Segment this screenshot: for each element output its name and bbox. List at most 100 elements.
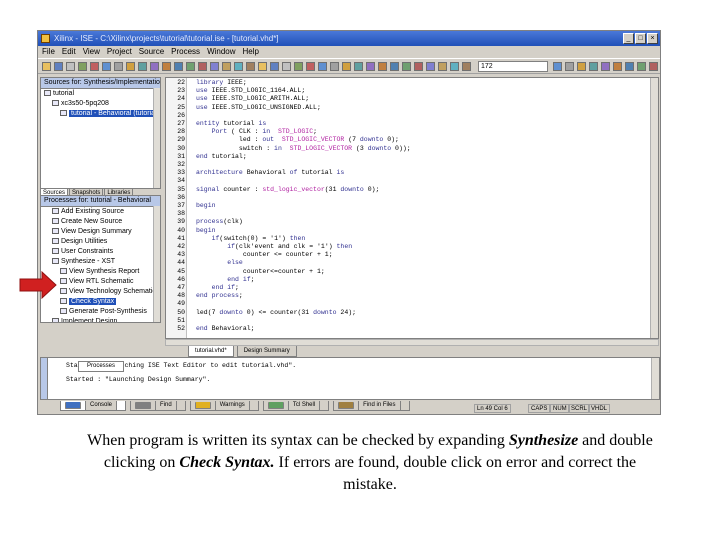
code-line[interactable]: 33 architecture Behavioral of tutorial is xyxy=(166,169,646,177)
toolbar-button-icon[interactable] xyxy=(637,62,646,71)
code-line[interactable]: 26 xyxy=(166,112,646,120)
toolbar-button-icon[interactable] xyxy=(342,62,351,71)
menu-project[interactable]: Project xyxy=(107,47,132,56)
toolbar-button-icon[interactable] xyxy=(234,62,243,71)
code-line[interactable]: 49 xyxy=(166,300,646,308)
processes-scrollbar[interactable] xyxy=(153,206,160,322)
toolbar-button-icon[interactable] xyxy=(198,62,207,71)
editor-tab[interactable]: tutorial.vhd* xyxy=(188,346,234,357)
toolbar-button-icon[interactable] xyxy=(306,62,315,71)
code-line[interactable]: 24 use IEEE.STD_LOGIC_ARITH.ALL; xyxy=(166,95,646,103)
toolbar-button-icon[interactable] xyxy=(150,62,159,71)
close-button[interactable]: × xyxy=(647,33,658,44)
toolbar-button-icon[interactable] xyxy=(90,62,99,71)
code-line[interactable]: 50 led(7 downto 0) <= counter(31 downto 2… xyxy=(166,309,646,317)
code-line[interactable]: 27 entity tutorial is xyxy=(166,120,646,128)
menu-source[interactable]: Source xyxy=(139,47,164,56)
toolbar-button-icon[interactable] xyxy=(414,62,423,71)
tree-item[interactable]: Create New Source xyxy=(41,217,160,227)
toolbar-button-icon[interactable] xyxy=(174,62,183,71)
toolbar-button-icon[interactable] xyxy=(354,62,363,71)
tree-item[interactable]: xc3s50-5pq208 xyxy=(41,99,160,109)
menu-file[interactable]: File xyxy=(42,47,55,56)
code-line[interactable]: 46 end if; xyxy=(166,276,646,284)
tree-item[interactable]: Generate Post-Synthesis xyxy=(41,307,160,317)
toolbar-button-icon[interactable] xyxy=(102,62,111,71)
toolbar-button-icon[interactable] xyxy=(390,62,399,71)
toolbar-button-icon[interactable] xyxy=(138,62,147,71)
code-line[interactable]: 36 xyxy=(166,194,646,202)
toolbar-button-icon[interactable] xyxy=(126,62,135,71)
code-line[interactable]: 42 if(clk'event and clk = '1') then xyxy=(166,243,646,251)
code-line[interactable]: 32 xyxy=(166,161,646,169)
toolbar-button-icon[interactable] xyxy=(318,62,327,71)
toolbar-button-icon[interactable] xyxy=(42,62,51,71)
toolbar-button-icon[interactable] xyxy=(402,62,411,71)
minimize-button[interactable]: _ xyxy=(623,33,634,44)
toolbar-button-icon[interactable] xyxy=(601,62,610,71)
tree-item[interactable]: View Design Summary xyxy=(41,227,160,237)
toolbar-button-icon[interactable] xyxy=(625,62,634,71)
toolbar-button-icon[interactable] xyxy=(378,62,387,71)
title-bar[interactable]: Xilinx - ISE - C:\Xilinx\projects\tutori… xyxy=(38,31,660,46)
toolbar-button-icon[interactable] xyxy=(330,62,339,71)
tab-processes[interactable]: Processes xyxy=(78,361,125,372)
toolbar-button-icon[interactable] xyxy=(258,62,267,71)
tree-item[interactable]: tutorial - Behavioral (tutorial.vhd) xyxy=(41,109,160,119)
console-scrollbar[interactable] xyxy=(651,358,659,399)
code-line[interactable]: 31 end tutorial; xyxy=(166,153,646,161)
code-line[interactable]: 34 xyxy=(166,177,646,185)
toolbar-button-icon[interactable] xyxy=(210,62,219,71)
code-line[interactable]: 25 use IEEE.STD_LOGIC_UNSIGNED.ALL; xyxy=(166,104,646,112)
tree-item[interactable]: Check Syntax xyxy=(41,297,160,307)
code-line[interactable]: 48 end process; xyxy=(166,292,646,300)
editor-tab[interactable]: Design Summary xyxy=(236,346,297,357)
tree-item[interactable]: View RTL Schematic xyxy=(41,277,160,287)
code-line[interactable]: 28 Port ( CLK : in STD_LOGIC; xyxy=(166,128,646,136)
code-line[interactable]: 51 xyxy=(166,317,646,325)
menu-edit[interactable]: Edit xyxy=(62,47,76,56)
toolbar-button-icon[interactable] xyxy=(186,62,195,71)
sources-scrollbar[interactable] xyxy=(153,88,160,188)
tree-item[interactable]: Synthesize - XST xyxy=(41,257,160,267)
toolbar-button-icon[interactable] xyxy=(649,62,658,71)
code-line[interactable]: 40 begin xyxy=(166,227,646,235)
menu-window[interactable]: Window xyxy=(207,47,235,56)
tree-item[interactable]: View Synthesis Report xyxy=(41,267,160,277)
tree-item[interactable]: Add Existing Source xyxy=(41,207,160,217)
toolbar-button-icon[interactable] xyxy=(577,62,586,71)
toolbar-button-icon[interactable] xyxy=(462,62,471,71)
code-line[interactable]: 45 counter<=counter + 1; xyxy=(166,268,646,276)
code-line[interactable]: 23 use IEEE.STD_LOGIC_1164.ALL; xyxy=(166,87,646,95)
tree-item[interactable]: User Constraints xyxy=(41,247,160,257)
toolbar-button-icon[interactable] xyxy=(66,62,75,71)
toolbar-button-icon[interactable] xyxy=(553,62,562,71)
toolbar-button-icon[interactable] xyxy=(613,62,622,71)
toolbar-search-input[interactable]: 172 xyxy=(478,61,548,72)
editor-vertical-scrollbar[interactable] xyxy=(650,78,658,338)
code-line[interactable]: 47 end if; xyxy=(166,284,646,292)
code-editor[interactable]: 22 library IEEE; 23 use IEEE.STD_LOGIC_1164… xyxy=(165,77,659,339)
tree-item[interactable]: tutorial xyxy=(41,89,160,99)
toolbar-button-icon[interactable] xyxy=(282,62,291,71)
code-line[interactable]: 52 end Behavioral; xyxy=(166,325,646,333)
code-line[interactable]: 44 else xyxy=(166,259,646,267)
toolbar-button-icon[interactable] xyxy=(246,62,255,71)
toolbar-button-icon[interactable] xyxy=(54,62,63,71)
toolbar-button-icon[interactable] xyxy=(589,62,598,71)
code-line[interactable]: 22 library IEEE; xyxy=(166,79,646,87)
editor-horizontal-scrollbar[interactable] xyxy=(165,339,659,346)
toolbar-button-icon[interactable] xyxy=(450,62,459,71)
menu-help[interactable]: Help xyxy=(243,47,259,56)
code-line[interactable]: 35 signal counter : std_logic_vector(31 d… xyxy=(166,186,646,194)
tree-item[interactable]: View Technology Schematic xyxy=(41,287,160,297)
toolbar-button-icon[interactable] xyxy=(294,62,303,71)
toolbar-button-icon[interactable] xyxy=(565,62,574,71)
toolbar-button-icon[interactable] xyxy=(114,62,123,71)
tree-item[interactable]: Implement Design xyxy=(41,317,160,322)
maximize-button[interactable]: □ xyxy=(635,33,646,44)
code-line[interactable]: 38 xyxy=(166,210,646,218)
menu-view[interactable]: View xyxy=(83,47,100,56)
toolbar-button-icon[interactable] xyxy=(222,62,231,71)
code-line[interactable]: 30 switch : in STD_LOGIC_VECTOR (3 downt… xyxy=(166,145,646,153)
